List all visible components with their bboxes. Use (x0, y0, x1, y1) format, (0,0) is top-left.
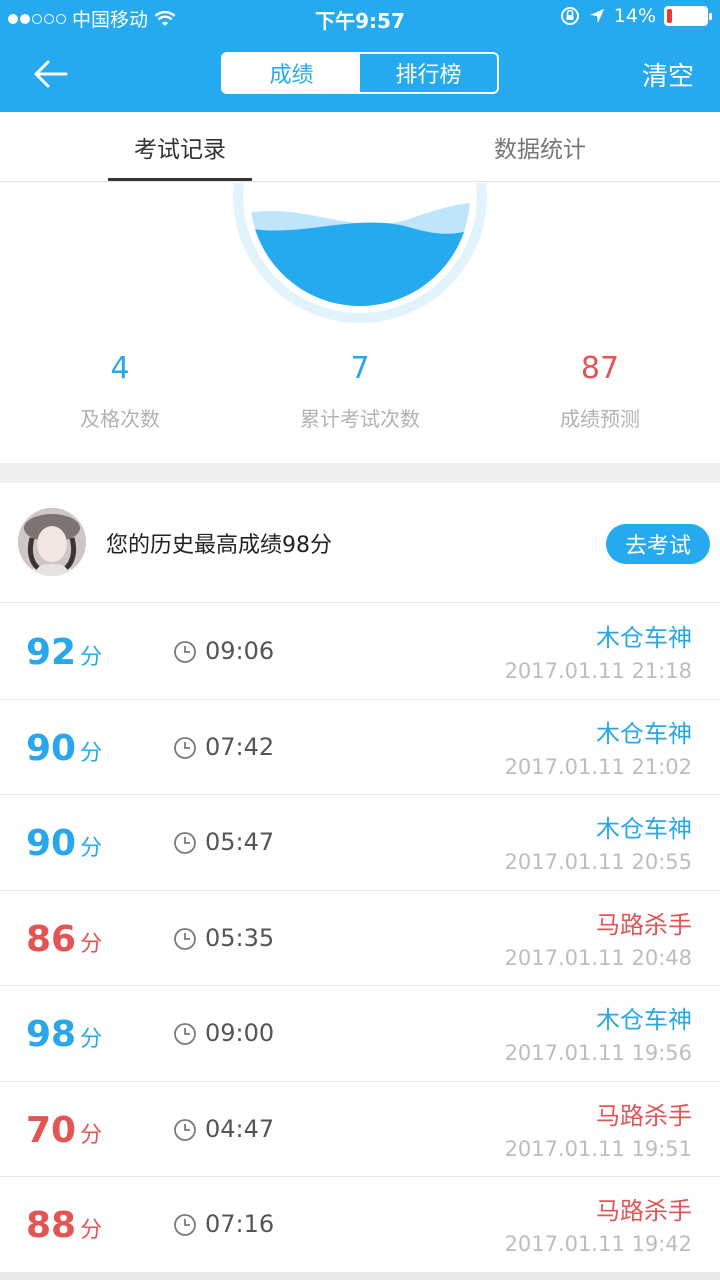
stat-value: 87 (580, 351, 620, 386)
record-duration: 05:47 (205, 828, 275, 856)
sub-tabs: 考试记录 数据统计 (0, 112, 720, 182)
record-date: 2017.01.11 21:18 (504, 659, 692, 683)
record-title: 木仓车神 (596, 815, 692, 843)
battery-level (667, 9, 672, 23)
score-unit: 分 (80, 1218, 103, 1243)
record-score: 88 分 (26, 1205, 102, 1246)
tab-label: 考试记录 (134, 136, 226, 163)
section-divider (0, 463, 720, 483)
record-title: 马路杀手 (596, 1197, 692, 1225)
best-score-text: 您的历史最高成绩98分 (106, 533, 332, 558)
score-gauge: 3496 (232, 183, 488, 324)
record-duration: 07:42 (205, 732, 275, 761)
record-row[interactable]: 88 分 07:16 马路杀手 2017.01.11 19:42 (0, 1177, 720, 1273)
record-date: 2017.01.11 20:55 (504, 850, 692, 874)
record-duration: 09:06 (205, 637, 275, 665)
stat-predicted-score: 87 成绩预测 (480, 349, 720, 432)
clock-icon (174, 641, 196, 663)
score-value: 92 (26, 632, 77, 673)
stat-value: 4 (110, 351, 130, 386)
record-score: 90 分 (26, 823, 102, 864)
clock-icon (174, 1214, 196, 1236)
score-unit: 分 (80, 836, 103, 861)
record-row[interactable]: 90 分 05:47 木仓车神 2017.01.11 20:55 (0, 795, 720, 891)
clock-icon (174, 927, 196, 950)
record-row[interactable]: 86 分 05:35 马路杀手 2017.01.11 20:48 (0, 890, 720, 986)
clock-icon (174, 736, 196, 759)
score-unit: 分 (80, 645, 103, 670)
record-score: 70 分 (26, 1110, 102, 1151)
score-unit: 分 (80, 1027, 103, 1052)
tab-exam-records[interactable]: 考试记录 (0, 112, 360, 181)
status-right: 14% (560, 5, 712, 27)
clock-icon (174, 1023, 196, 1045)
user-avatar-image (18, 508, 86, 576)
stats-row: 4 及格次数 7 累计考试次数 87 成绩预测 (0, 349, 720, 432)
record-duration: 05:35 (205, 923, 275, 952)
location-arrow-icon (589, 9, 604, 23)
record-score: 92 分 (26, 632, 102, 673)
record-row[interactable]: 90 分 07:42 木仓车神 2017.01.11 21:02 (0, 699, 720, 795)
score-value: 86 (26, 918, 77, 960)
score-value: 90 (26, 727, 77, 769)
record-title: 木仓车神 (596, 719, 692, 748)
record-title: 木仓车神 (596, 624, 692, 652)
record-row[interactable]: 98 分 09:00 木仓车神 2017.01.11 19:56 (0, 986, 720, 1082)
rotation-lock-icon (560, 7, 579, 25)
record-title: 马路杀手 (596, 910, 692, 939)
stat-label: 成绩预测 (560, 407, 640, 431)
segment-leaderboard[interactable]: 排行榜 (360, 54, 497, 92)
stat-pass-count: 4 及格次数 (0, 349, 240, 432)
record-date: 2017.01.11 20:48 (504, 945, 692, 970)
record-date: 2017.01.11 19:42 (504, 1232, 692, 1256)
stat-value: 7 (350, 351, 370, 386)
score-value: 88 (26, 1205, 77, 1246)
record-row[interactable]: 92 分 09:06 木仓车神 2017.01.11 21:18 (0, 604, 720, 700)
active-tab-underline (108, 178, 252, 181)
record-duration: 09:00 (205, 1019, 275, 1047)
record-date: 2017.01.11 19:51 (504, 1136, 692, 1161)
record-duration: 07:16 (205, 1210, 275, 1238)
segment-scores[interactable]: 成绩 (223, 54, 360, 92)
score-value: 70 (26, 1109, 77, 1151)
battery-percent: 14% (613, 5, 656, 27)
wave-gauge-graphic (233, 183, 487, 323)
score-unit: 分 (80, 931, 103, 957)
score-value: 98 (26, 1014, 77, 1055)
score-value: 90 (26, 823, 77, 864)
record-duration: 04:47 (205, 1114, 275, 1143)
score-unit: 分 (80, 1122, 103, 1148)
status-bar: 中国移动 下午9:57 14% (0, 0, 720, 36)
navigation-bar: 成绩 排行榜 清空 (0, 36, 720, 112)
score-unit: 分 (80, 740, 103, 766)
score-summary: 3496 4 及格次数 7 累计考试次数 87 成绩预测 (0, 183, 720, 463)
avatar (18, 508, 86, 576)
best-score-row: 您的历史最高成绩98分 去考试 (0, 483, 720, 603)
record-score: 90 分 (26, 728, 102, 769)
record-title: 木仓车神 (596, 1006, 692, 1034)
battery-icon (664, 6, 712, 26)
list-bottom-divider (0, 1273, 720, 1280)
segmented-control: 成绩 排行榜 (221, 52, 499, 94)
tab-label: 数据统计 (494, 136, 586, 163)
clock-icon (174, 1118, 196, 1141)
take-exam-button[interactable]: 去考试 (606, 524, 710, 564)
stat-label: 及格次数 (80, 407, 160, 431)
exam-records-list: 92 分 09:06 木仓车神 2017.01.11 21:18 90 分 07:4… (0, 604, 720, 1273)
record-title: 马路杀手 (596, 1101, 692, 1130)
record-score: 98 分 (26, 1014, 102, 1055)
tab-statistics[interactable]: 数据统计 (360, 112, 720, 181)
record-row[interactable]: 70 分 04:47 马路杀手 2017.01.11 19:51 (0, 1081, 720, 1177)
stat-total-exams: 7 累计考试次数 (240, 349, 480, 432)
arrow-left-icon (34, 60, 68, 88)
record-score: 86 分 (26, 919, 102, 960)
clock-icon (174, 832, 196, 854)
record-date: 2017.01.11 21:02 (504, 754, 692, 779)
record-date: 2017.01.11 19:56 (504, 1041, 692, 1065)
clear-button[interactable]: 清空 (642, 56, 694, 93)
back-button[interactable] (30, 54, 74, 94)
stat-label: 累计考试次数 (300, 407, 420, 431)
